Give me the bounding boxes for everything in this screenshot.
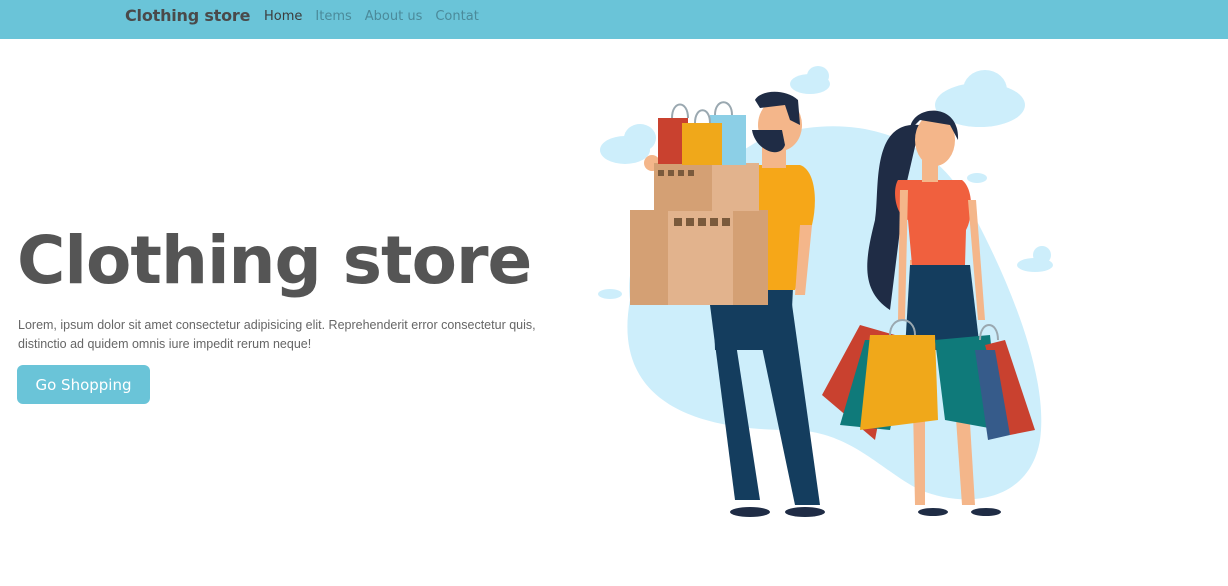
nav-link-items[interactable]: Items [315,9,351,24]
shopping-couple-illustration [598,66,1053,517]
nav-link-home[interactable]: Home [264,9,302,24]
box-icon [630,163,768,305]
nav-link-about-us[interactable]: About us [365,9,423,24]
shopping-bag-icon [658,101,746,165]
top-navbar: Clothing store Home Items About us Conta… [0,0,1228,39]
hero-title: Clothing store [17,222,532,299]
go-shopping-button[interactable]: Go Shopping [17,365,150,404]
nav-link-contact[interactable]: Contat [435,9,478,24]
brand-link[interactable]: Clothing store [125,6,250,25]
hero-description: Lorem, ipsum dolor sit amet consectetur … [18,318,536,351]
nav-links: Home Items About us Contat [264,9,479,24]
